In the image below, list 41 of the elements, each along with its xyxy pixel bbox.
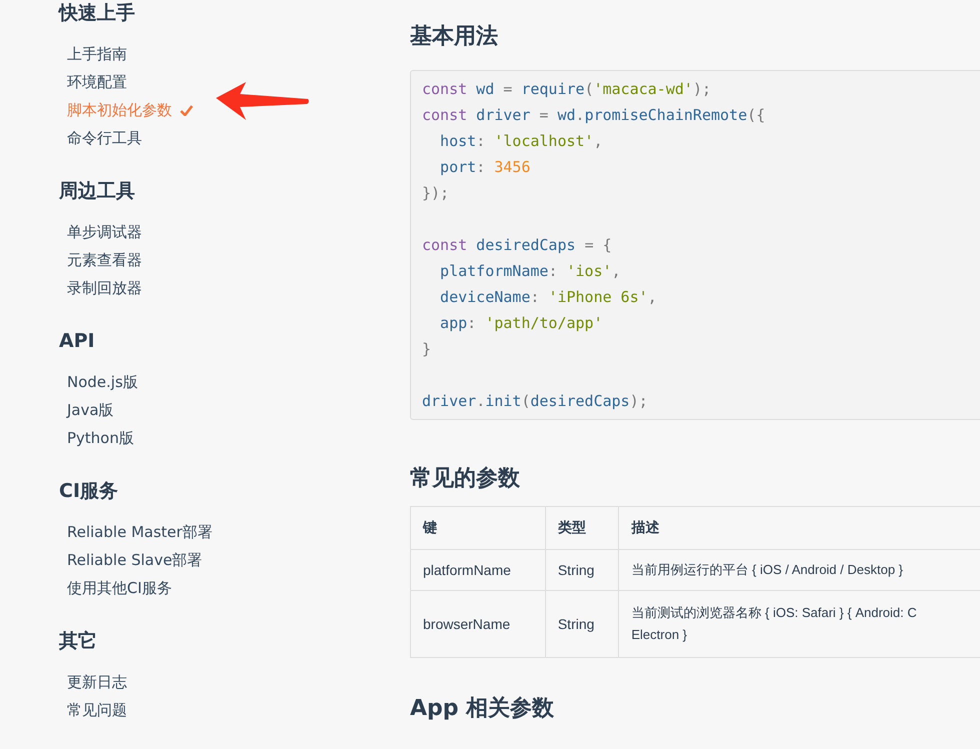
code-line: const driver = wd.promiseChainRemote({ <box>422 105 766 126</box>
table-cell: String <box>545 550 619 590</box>
sidebar-link[interactable]: Reliable Slave部署 <box>59 546 410 574</box>
column-header: 描述 <box>618 506 980 550</box>
check-icon <box>180 104 193 116</box>
sidebar-link[interactable]: 环境配置 <box>59 68 410 96</box>
code-line: const wd = require('macaca-wd'); <box>422 79 712 100</box>
section-heading: 周边工具 <box>59 179 136 204</box>
sidebar-link[interactable]: Reliable Master部署 <box>59 518 410 546</box>
section-heading: 基本用法 <box>410 23 499 51</box>
sidebar-link[interactable]: 元素查看器 <box>59 246 410 274</box>
sidebar-link[interactable]: Node.js版 <box>59 368 410 396</box>
sidebar-link[interactable]: 更新日志 <box>59 668 410 696</box>
sidebar-link[interactable]: 录制回放器 <box>59 274 410 302</box>
column-header: 键 <box>410 506 546 550</box>
table-cell: browserName <box>410 590 546 658</box>
sidebar-link[interactable]: Python版 <box>59 424 410 452</box>
code-line: port: 3456 <box>439 157 532 178</box>
section-heading: 其它 <box>59 629 98 654</box>
section-heading: CI服务 <box>59 479 120 504</box>
section-heading: API <box>59 329 96 354</box>
code-line: const desiredCaps = { <box>422 235 613 256</box>
section-heading: 常见的参数 <box>410 465 521 493</box>
code-line: driver.init(desiredCaps); <box>422 391 649 412</box>
sidebar-link[interactable]: 上手指南 <box>59 40 410 68</box>
section-heading: App 相关参数 <box>410 695 556 723</box>
code-line: host: 'localhost', <box>439 131 604 152</box>
code-line: } <box>422 339 432 360</box>
sidebar-link[interactable]: 命令行工具 <box>59 124 410 152</box>
code-line: }); <box>422 183 450 204</box>
code-line: platformName: 'ios', <box>439 261 622 282</box>
section-heading: 快速上手 <box>59 1 136 26</box>
sidebar-link[interactable]: 使用其他CI服务 <box>59 574 410 602</box>
column-header: 类型 <box>545 506 619 550</box>
sidebar-link[interactable]: Java版 <box>59 396 410 424</box>
code-line: app: 'path/to/app' <box>439 313 604 334</box>
code-line: deviceName: 'iPhone 6s', <box>439 287 658 308</box>
table-cell: String <box>545 590 619 658</box>
sidebar-link[interactable]: 单步调试器 <box>59 218 410 246</box>
table-cell: platformName <box>410 550 546 590</box>
sidebar-link[interactable]: 常见问题 <box>59 696 410 724</box>
